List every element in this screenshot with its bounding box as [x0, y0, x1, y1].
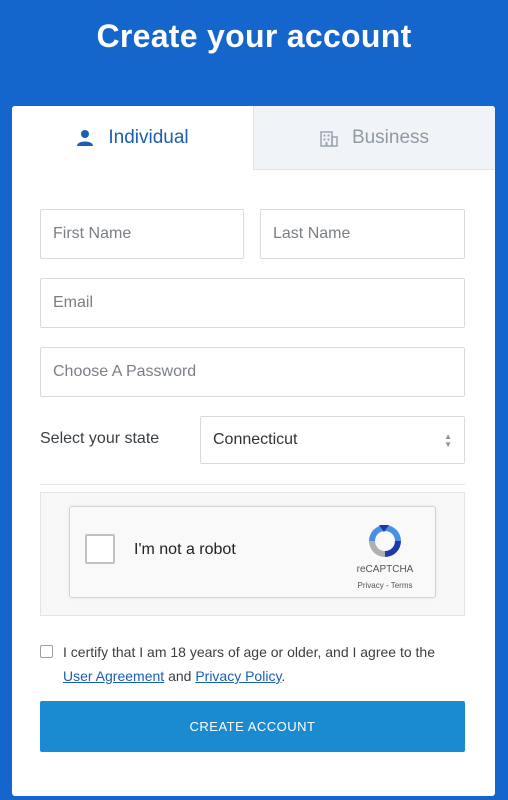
agreement-text: I certify that I am 18 years of age or o…: [63, 640, 468, 688]
agreement-and: and: [168, 668, 192, 684]
tab-individual[interactable]: Individual: [12, 106, 253, 170]
first-name-input[interactable]: [40, 209, 244, 259]
person-icon: [77, 130, 94, 146]
state-select[interactable]: Connecticut ▲ ▼: [200, 416, 465, 464]
divider: [40, 484, 465, 485]
recaptcha-checkbox[interactable]: [85, 534, 115, 564]
recaptcha-label: I'm not a robot: [134, 541, 236, 558]
agreement-period: .: [281, 668, 286, 684]
privacy-policy-link[interactable]: Privacy Policy: [195, 668, 281, 684]
tab-individual-label: Individual: [108, 127, 189, 148]
last-name-input[interactable]: [260, 209, 465, 259]
state-label: Select your state: [40, 430, 160, 447]
account-type-tabs: Individual Business: [12, 106, 495, 170]
agreement-text-before: I certify that I am 18 years of age or o…: [63, 644, 435, 660]
password-input[interactable]: [40, 347, 465, 397]
email-input[interactable]: [40, 278, 465, 328]
page-title: Create your account: [96, 18, 412, 54]
tab-business[interactable]: Business: [253, 106, 495, 170]
building-icon: [320, 130, 338, 147]
recaptcha-brand: reCAPTCHA: [356, 564, 414, 575]
user-agreement-link[interactable]: User Agreement: [63, 668, 164, 684]
state-select-value: Connecticut: [213, 431, 298, 448]
create-account-button[interactable]: CREATE ACCOUNT: [40, 701, 465, 752]
recaptcha-widget: I'm not a robot reCAPTCHA Privacy - Term…: [69, 506, 436, 598]
select-arrows-icon: ▲ ▼: [444, 432, 452, 449]
tab-business-label: Business: [351, 126, 430, 148]
recaptcha-links[interactable]: Privacy - Terms: [340, 581, 430, 590]
signup-card: Individual Business Select your state Co…: [12, 106, 495, 796]
recaptcha-logo-icon: [369, 525, 401, 557]
captcha-container: I'm not a robot reCAPTCHA Privacy - Term…: [40, 492, 465, 616]
agreement-checkbox[interactable]: [40, 645, 53, 658]
